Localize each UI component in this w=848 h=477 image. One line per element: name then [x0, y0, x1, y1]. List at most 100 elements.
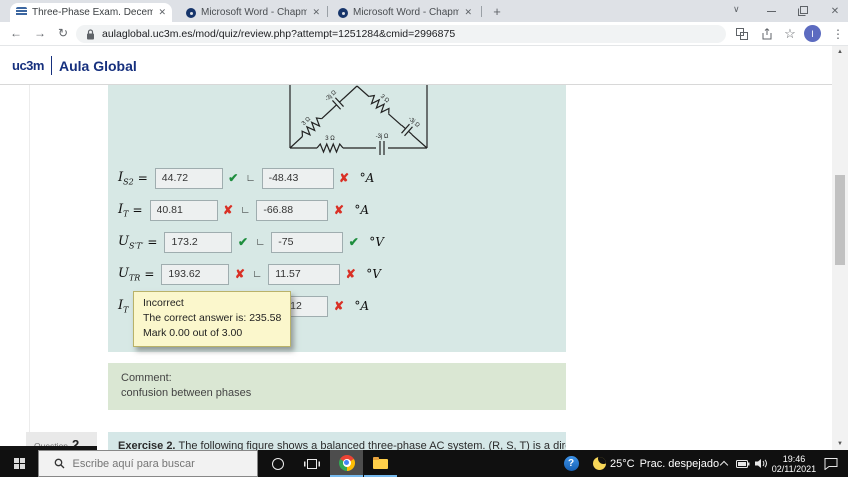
incorrect-icon: ✘ — [345, 267, 356, 281]
magnitude-input[interactable] — [149, 199, 218, 221]
weather-description: Prac. despejado — [639, 457, 720, 470]
screen: Three-Phase Exam. December 18 ✕ Microsof… — [0, 0, 848, 477]
exercise-lead: Exercise 2. — [118, 440, 176, 450]
taskbar-search[interactable] — [38, 450, 258, 477]
clock-date: 02/11/2021 — [771, 463, 817, 474]
angle-symbol: ∟ — [245, 172, 256, 184]
angle-input[interactable] — [261, 167, 334, 189]
comment-box: Comment: confusion between phases — [108, 363, 566, 410]
feedback-tooltip: Incorrect The correct answer is: 235.58 … — [133, 291, 292, 347]
tab-separator — [327, 6, 328, 17]
quantity-label: IT — [118, 297, 129, 315]
unit-label: °A — [354, 203, 370, 217]
window-restore-button[interactable] — [788, 0, 818, 22]
page-scrollbar[interactable]: ▲ ▼ — [832, 46, 848, 450]
correct-icon: ✔ — [237, 235, 249, 249]
magnitude-input[interactable] — [161, 263, 230, 285]
weather-widget[interactable]: 25°C Prac. despejado — [610, 450, 719, 477]
window-close-button[interactable]: ✕ — [820, 0, 848, 22]
angle-input[interactable] — [271, 231, 344, 253]
chevron-up-icon — [719, 460, 729, 470]
new-tab-button[interactable]: + — [488, 2, 506, 20]
correct-icon: ✔ — [228, 171, 239, 185]
uc3m-logo[interactable]: uc3m Aula Global — [12, 56, 137, 75]
tray-overflow-button[interactable] — [716, 450, 732, 477]
incorrect-icon: ✘ — [333, 203, 344, 217]
quantity-label: UTR — [118, 265, 141, 283]
angle-input[interactable] — [268, 263, 341, 285]
circuit-figure: 3 Ω -3j Ω 3 Ω -3j Ω 3 Ω -3j Ω — [289, 85, 428, 155]
help-icon: ? — [563, 456, 579, 471]
battery-status[interactable] — [733, 450, 753, 477]
quantity-label: US′T′ — [118, 233, 144, 251]
quiz-left-border — [29, 85, 30, 432]
translate-icon[interactable] — [734, 26, 750, 42]
tab-title: Microsoft Word - Chapman_Exam — [201, 7, 308, 18]
taskbar-clock[interactable]: 19:46 02/11/2021 — [768, 450, 820, 477]
task-view-icon — [304, 458, 320, 469]
answer-row: IT = ✘ ∟ ✘ °A — [118, 198, 369, 222]
address-bar[interactable]: aulaglobal.uc3m.es/mod/quiz/review.php?a… — [76, 25, 726, 43]
equals-sign: = — [132, 203, 143, 217]
browser-tab-strip: Three-Phase Exam. December 18 ✕ Microsof… — [0, 0, 848, 22]
tab-close-icon[interactable]: ✕ — [158, 7, 166, 18]
back-button[interactable]: ← — [10, 26, 22, 40]
action-center-icon — [824, 458, 838, 470]
tab-title: Microsoft Word - Chapman_Exam — [353, 7, 460, 18]
profile-avatar[interactable]: I — [804, 25, 821, 42]
scroll-up-arrow[interactable]: ▲ — [832, 46, 848, 58]
cortana-button[interactable] — [262, 450, 294, 477]
chevron-down-icon[interactable]: ∨ — [733, 4, 740, 15]
uc3m-logo-text: uc3m — [12, 58, 44, 73]
url-text: aulaglobal.uc3m.es/mod/quiz/review.php?a… — [102, 28, 456, 40]
tab-close-icon[interactable]: ✕ — [312, 7, 320, 18]
clock-time: 19:46 — [782, 453, 806, 464]
tray-help-button[interactable]: ? — [558, 450, 584, 477]
speaker-icon — [754, 459, 767, 468]
search-input[interactable] — [72, 457, 243, 470]
reload-button[interactable]: ↻ — [58, 26, 68, 40]
resistor-label: 3 Ω — [325, 136, 335, 142]
exercise-text: The following figure shows a balanced th… — [178, 440, 567, 450]
task-view-button[interactable] — [296, 450, 328, 477]
comment-title: Comment: — [121, 372, 172, 384]
tab-close-icon[interactable]: ✕ — [464, 7, 472, 18]
angle-symbol: ∟ — [240, 204, 251, 216]
cortana-icon — [272, 457, 284, 470]
tab-word-1[interactable]: Microsoft Word - Chapman_Exam ✕ — [180, 3, 326, 22]
exercise-statement: Exercise 2. The following figure shows a … — [108, 432, 566, 450]
unit-label: °A — [359, 171, 375, 185]
taskbar-chrome-button[interactable] — [330, 450, 363, 477]
browser-menu-kebab-icon[interactable]: ⋮ — [830, 26, 846, 42]
equals-sign: = — [147, 235, 158, 249]
action-center-button[interactable] — [818, 450, 844, 477]
tab-word-2[interactable]: Microsoft Word - Chapman_Exam ✕ — [332, 3, 478, 22]
chrome-icon — [338, 454, 355, 471]
answer-row: US′T′ = ✔ ∟ ✔ °V — [118, 230, 384, 254]
tooltip-status: Incorrect — [143, 297, 184, 309]
bookmark-star-icon[interactable]: ☆ — [782, 26, 798, 42]
temperature: 25°C — [610, 457, 635, 470]
moodle-favicon-icon — [16, 7, 27, 18]
windows-taskbar: ? 25°C Prac. despejado 19:46 02/ — [0, 450, 848, 477]
share-icon[interactable] — [759, 26, 775, 42]
incorrect-icon: ✘ — [234, 267, 245, 281]
scrollbar-thumb[interactable] — [835, 175, 845, 265]
tab-separator — [481, 6, 482, 17]
scroll-down-arrow[interactable]: ▼ — [832, 438, 848, 450]
forward-button[interactable]: → — [34, 26, 46, 40]
unit-label: °V — [369, 235, 384, 249]
window-minimize-button[interactable] — [756, 0, 786, 22]
tab-quiz[interactable]: Three-Phase Exam. December 18 ✕ — [10, 3, 172, 22]
start-button[interactable] — [0, 450, 38, 477]
angle-input[interactable] — [256, 199, 329, 221]
tooltip-mark: Mark 0.00 out of 3.00 — [143, 327, 243, 339]
magnitude-input[interactable] — [154, 167, 223, 189]
equals-sign: = — [144, 267, 155, 281]
logo-divider — [50, 56, 52, 75]
magnitude-input[interactable] — [164, 231, 233, 253]
battery-icon — [735, 459, 749, 468]
weather-condition-icon[interactable] — [588, 450, 610, 477]
incorrect-icon: ✘ — [223, 203, 234, 217]
taskbar-explorer-button[interactable] — [364, 450, 397, 477]
